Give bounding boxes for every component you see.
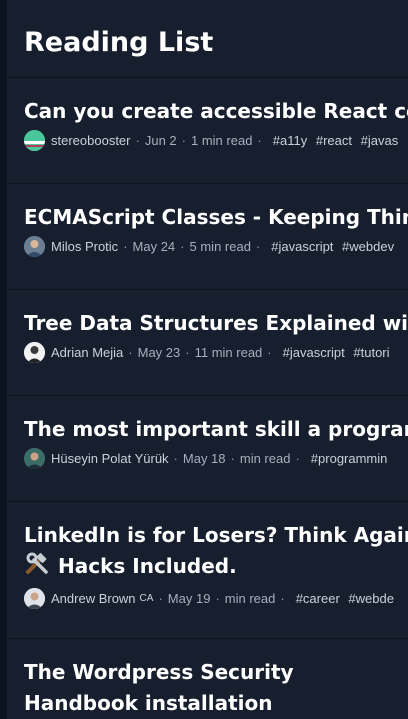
separator: ·: [128, 344, 133, 360]
article-title[interactable]: Can you create accessible React com: [24, 96, 408, 127]
read-time: 1 min read: [191, 132, 253, 148]
author-name[interactable]: Andrew Brown: [51, 591, 136, 606]
separator: ·: [135, 132, 140, 148]
page-title: Reading List: [24, 26, 214, 58]
read-time: min read: [239, 450, 291, 466]
avatar[interactable]: [24, 587, 45, 609]
tag-list: #programmin: [311, 451, 393, 466]
author-name[interactable]: stereobooster: [51, 133, 131, 148]
tag-list: #javascript #webdev: [271, 239, 399, 254]
avatar[interactable]: [24, 235, 45, 257]
list-item[interactable]: ECMAScript Classes - Keeping Thing Milos…: [7, 184, 408, 290]
read-time: min read: [224, 590, 276, 606]
separator: ·: [255, 238, 261, 254]
tag[interactable]: #react: [316, 133, 352, 148]
tag-list: #javascript #tutori: [283, 345, 395, 360]
article-title-continued[interactable]: Hacks Included.: [24, 551, 408, 585]
tag[interactable]: #webde: [348, 591, 394, 606]
tag[interactable]: #javas: [361, 133, 399, 148]
tag-list: #a11y #react #javas: [273, 133, 403, 148]
separator: ·: [158, 590, 163, 606]
person-avatar-icon: [24, 235, 45, 257]
article-title[interactable]: The most important skill a program: [24, 414, 408, 445]
article-title-line2[interactable]: Hacks Included.: [58, 554, 237, 578]
publish-date: May 24: [132, 238, 176, 254]
tag[interactable]: #a11y: [273, 133, 307, 148]
hammer-and-wrench-icon: [24, 552, 50, 585]
separator: ·: [295, 450, 300, 466]
article-meta: Adrian Mejia · May 23 · 11 min read · #j…: [24, 339, 408, 365]
tag[interactable]: #javascript: [283, 345, 345, 360]
separator: ·: [185, 344, 190, 360]
article-title[interactable]: ECMAScript Classes - Keeping Thing: [24, 202, 408, 233]
article-title[interactable]: Tree Data Structures Explained with: [24, 308, 408, 339]
article-meta: Milos Protic · May 24 · 5 min read · #ja…: [24, 233, 408, 259]
separator: ·: [215, 590, 220, 606]
list-item[interactable]: Can you create accessible React com ster…: [7, 78, 408, 184]
author-name[interactable]: Hüseyin Polat Yürük: [51, 451, 169, 466]
person-avatar-icon: [24, 587, 45, 609]
list-item[interactable]: The Wordpress Security Handbook installa…: [7, 639, 408, 719]
author-badge: CA: [139, 592, 154, 604]
avatar[interactable]: [24, 447, 45, 469]
separator: ·: [173, 450, 178, 466]
separator: ·: [280, 590, 285, 606]
tag[interactable]: #webdev: [342, 239, 394, 254]
list-item[interactable]: LinkedIn is for Losers? Think Again. Hac…: [7, 502, 408, 639]
avatar[interactable]: [24, 129, 45, 151]
read-time: 11 min read: [194, 344, 263, 360]
page-header: Reading List: [7, 0, 408, 78]
person-avatar-icon: [24, 447, 45, 469]
separator: ·: [180, 238, 185, 254]
list-item[interactable]: Tree Data Structures Explained with Adri…: [7, 290, 408, 396]
publish-date: May 18: [182, 450, 226, 466]
tag[interactable]: #tutori: [353, 345, 389, 360]
green-stripes-avatar-icon: [24, 129, 45, 151]
article-meta: Hüseyin Polat Yürük · May 18 · min read …: [24, 445, 408, 471]
avatar[interactable]: [24, 341, 45, 363]
article-meta: stereobooster · Jun 2 · 1 min read · #a1…: [24, 127, 408, 153]
publish-date: Jun 2: [144, 132, 177, 148]
tag[interactable]: #career: [296, 591, 340, 606]
reading-list-panel: Reading List Can you create accessible R…: [7, 0, 408, 719]
author-name[interactable]: Adrian Mejia: [51, 345, 123, 360]
list-item[interactable]: The most important skill a program Hüsey…: [7, 396, 408, 502]
separator: ·: [257, 132, 262, 148]
tag-list: #career #webde: [296, 591, 399, 606]
article-title[interactable]: The Wordpress Security Handbook installa…: [24, 657, 408, 719]
tag[interactable]: #programmin: [311, 451, 388, 466]
publish-date: May 23: [137, 344, 181, 360]
article-meta: Andrew Brown CA · May 19 · min read · #c…: [24, 585, 408, 611]
author-name[interactable]: Milos Protic: [51, 239, 118, 254]
separator: ·: [230, 450, 235, 466]
separator: ·: [123, 238, 128, 254]
read-time: 5 min read: [189, 238, 251, 254]
tag[interactable]: #javascript: [271, 239, 333, 254]
publish-date: May 19: [167, 590, 211, 606]
separator: ·: [181, 132, 186, 148]
person-avatar-icon: [24, 341, 45, 363]
article-title[interactable]: LinkedIn is for Losers? Think Again.: [24, 520, 408, 551]
separator: ·: [267, 344, 272, 360]
